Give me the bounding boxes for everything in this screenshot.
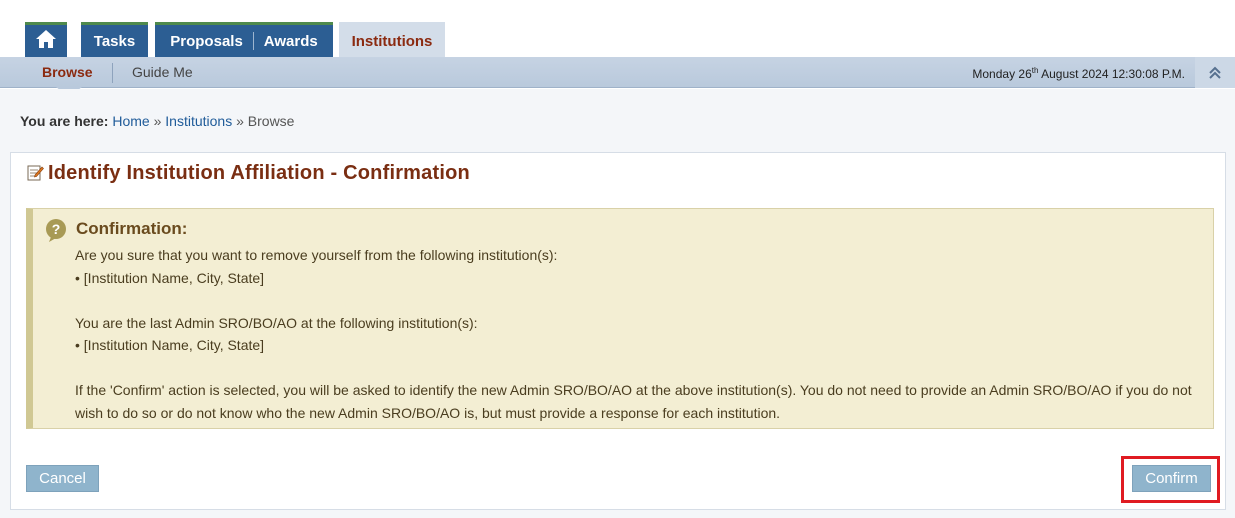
confirmation-panel: Identify Institution Affiliation - Confi… bbox=[10, 152, 1226, 510]
notice-body: Are you sure that you want to remove you… bbox=[75, 244, 1210, 424]
question-icon: ? bbox=[45, 218, 67, 245]
current-datetime: Monday 26th August 2024 12:30:08 P.M. bbox=[972, 66, 1185, 81]
breadcrumb: You are here: Home » Institutions » Brow… bbox=[20, 113, 294, 129]
breadcrumb-institutions-link[interactable]: Institutions bbox=[165, 113, 232, 129]
notice-line: If the 'Confirm' action is selected, you… bbox=[75, 382, 1192, 421]
tab-tasks[interactable]: Tasks bbox=[81, 22, 148, 57]
subnav-divider bbox=[112, 63, 113, 83]
home-icon bbox=[35, 29, 57, 53]
breadcrumb-label: You are here: bbox=[20, 113, 109, 129]
tab-home[interactable] bbox=[25, 22, 67, 57]
double-chevron-up-icon bbox=[1209, 66, 1221, 79]
tab-awards[interactable]: Awards bbox=[264, 33, 318, 50]
page-title: Identify Institution Affiliation - Confi… bbox=[26, 162, 470, 185]
confirm-highlight-box bbox=[1121, 456, 1220, 503]
tab-institutions-label: Institutions bbox=[351, 32, 433, 50]
notice-heading: Confirmation: bbox=[76, 219, 188, 238]
sub-navigation: Browse Guide Me Monday 26th August 2024 … bbox=[0, 57, 1235, 97]
breadcrumb-separator: » bbox=[236, 113, 244, 129]
page-title-text: Identify Institution Affiliation - Confi… bbox=[48, 162, 470, 184]
collapse-header-button[interactable] bbox=[1195, 57, 1235, 88]
date-suffix: August 2024 12:30:08 P.M. bbox=[1038, 67, 1185, 81]
tab-institutions[interactable]: Institutions bbox=[339, 22, 445, 57]
tab-tasks-label: Tasks bbox=[93, 32, 136, 50]
breadcrumb-home-link[interactable]: Home bbox=[112, 113, 149, 129]
notice-line: Are you sure that you want to remove you… bbox=[75, 247, 558, 263]
confirmation-notice: ? Confirmation: Are you sure that you wa… bbox=[26, 208, 1214, 429]
notice-line: • [Institution Name, City, State] bbox=[75, 337, 265, 353]
breadcrumb-current: Browse bbox=[247, 113, 295, 129]
notice-line: You are the last Admin SRO/BO/AO at the … bbox=[75, 314, 478, 331]
form-edit-icon bbox=[26, 163, 44, 184]
tab-proposals-awards: Proposals Awards bbox=[155, 22, 333, 57]
notice-line: • [Institution Name, City, State] bbox=[75, 269, 265, 286]
date-prefix: Monday 26 bbox=[972, 67, 1032, 81]
subnav-guide-me[interactable]: Guide Me bbox=[132, 64, 193, 80]
breadcrumb-separator: » bbox=[153, 113, 162, 129]
subnav-browse[interactable]: Browse bbox=[42, 64, 93, 80]
tab-divider bbox=[252, 32, 254, 50]
tab-proposals[interactable]: Proposals bbox=[170, 33, 243, 50]
top-navigation: Tasks Proposals Awards Institutions bbox=[0, 0, 1235, 57]
svg-text:?: ? bbox=[52, 221, 61, 237]
cancel-button[interactable]: Cancel bbox=[26, 465, 99, 492]
